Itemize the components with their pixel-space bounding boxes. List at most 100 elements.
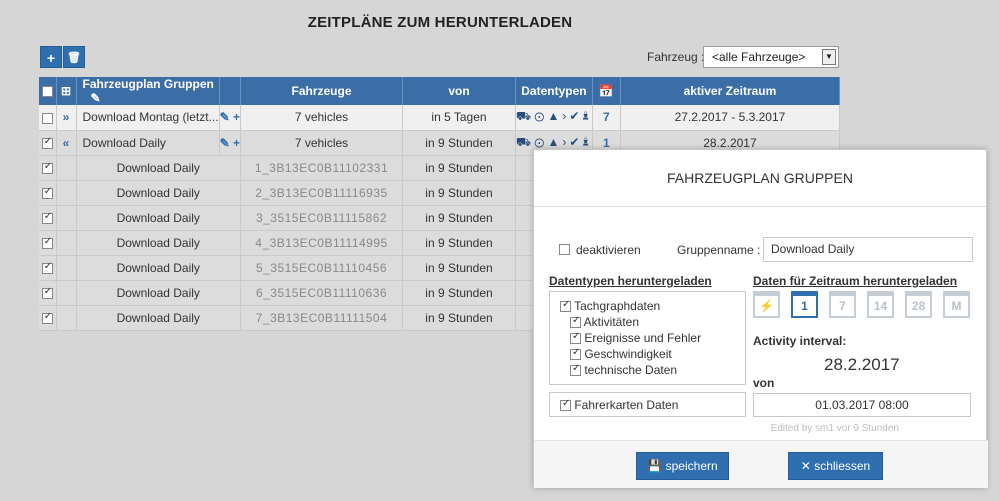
interval-label: Activity interval: [753, 334, 847, 348]
vehicle-count: 7 vehicles [240, 130, 403, 156]
interval-value: 28.2.2017 [824, 355, 900, 374]
child-name: Download Daily [76, 205, 241, 231]
child-name: Download Daily [76, 280, 241, 306]
group-edit-dialog: FAHRZEUGPLAN GRUPPEN deaktivieren Gruppe… [533, 149, 988, 488]
add-button[interactable]: + [40, 46, 62, 68]
edited-by-text: Edited by sm1 vor 9 Stunden [770, 423, 899, 434]
select-all-header[interactable] [39, 77, 57, 105]
group-name-label: Gruppenname : [677, 243, 761, 257]
child-vehicle: 3_3515EC0B11115862 [240, 205, 403, 231]
vehicle-filter-label: Fahrzeug : [647, 50, 705, 64]
from-datetime-input[interactable]: 01.03.2017 08:00 [753, 393, 971, 417]
period-calendar-group: ⚡ 1 7 14 28 M [753, 291, 973, 331]
calendar-flash-icon[interactable]: ⚡ [753, 291, 780, 318]
calendar-icon: 7 [592, 105, 621, 131]
group-name: Download Montag (letzt... [82, 110, 219, 125]
driver-cards-checkbox[interactable] [560, 398, 571, 412]
child-vehicle: 5_3515EC0B11110456 [240, 255, 403, 281]
row-checkbox[interactable] [41, 261, 53, 274]
row-checkbox[interactable] [41, 136, 53, 149]
child-name: Download Daily [76, 230, 241, 256]
child-vehicle: 7_3B13EC0B11111504 [240, 305, 403, 331]
floppy-icon: 💾 [647, 459, 663, 473]
datatypes-box: Tachgraphdaten Aktivitäten Ereignisse un… [549, 291, 746, 385]
select-all-checkbox[interactable] [41, 86, 53, 98]
expand-all-header[interactable]: ⊞ [56, 77, 77, 105]
save-button[interactable]: 💾 speichern [636, 452, 729, 480]
column-header-datatypes: Datentypen [515, 77, 593, 105]
edit-icon: ✎ [90, 91, 101, 105]
vehicle-filter-select[interactable]: <alle Fahrzeuge> ▼ [703, 46, 839, 68]
chevron-up-icon[interactable]: « [63, 136, 70, 150]
speed-label: Geschwindigkeit [584, 347, 672, 361]
child-name: Download Daily [76, 305, 241, 331]
column-header-add [219, 77, 242, 105]
activities-label: Aktivitäten [583, 315, 640, 329]
trash-icon: 🗑 [67, 52, 81, 64]
technical-checkbox[interactable] [570, 363, 581, 377]
calendar-14-days-button[interactable]: 14 [867, 291, 894, 318]
from-value: in 9 Stunden [402, 130, 516, 156]
child-name: Download Daily [76, 180, 241, 206]
calendar-header-icon: 📅 [592, 77, 621, 105]
calendar-month-button[interactable]: M [943, 291, 970, 318]
close-button[interactable]: ✕ schliessen [788, 452, 883, 480]
calendar-1-day-button[interactable]: 1 [791, 291, 818, 318]
row-checkbox[interactable] [41, 211, 53, 224]
table-row[interactable]: » Download Montag (letzt... ✎ + 7 vehicl… [39, 105, 841, 131]
page-title: ZEITPLÄNE ZUM HERUNTERLADEN [307, 14, 573, 31]
plus-icon: + [46, 50, 56, 66]
activities-checkbox[interactable] [570, 315, 581, 329]
group-name: Download Daily [82, 135, 166, 150]
from-value: in 9 Stunden [402, 305, 516, 331]
group-name-input[interactable]: Download Daily [763, 237, 973, 262]
plus-icon[interactable]: + [233, 136, 240, 150]
from-label: von [753, 376, 775, 390]
driver-cards-label: Fahrerkarten Daten [574, 398, 679, 412]
events-checkbox[interactable] [570, 331, 581, 345]
child-vehicle: 1_3B13EC0B11102331 [240, 155, 403, 181]
calendar-28-days-button[interactable]: 28 [905, 291, 932, 318]
child-vehicle: 4_3B13EC0B11114995 [240, 230, 403, 256]
from-value: in 5 Tagen [402, 105, 516, 131]
plus-icon[interactable]: + [233, 110, 240, 124]
tacho-checkbox[interactable] [560, 299, 571, 313]
tacho-label: Tachgraphdaten [574, 299, 661, 313]
dialog-footer: 💾 speichern ✕ schliessen [534, 440, 988, 488]
row-checkbox[interactable] [41, 112, 53, 124]
delete-button[interactable]: 🗑 [63, 46, 85, 68]
table-header-row: ⊞ Fahrzeugplan Gruppen ✎ Fahrzeuge von D… [39, 77, 841, 105]
vehicle-filter-value: <alle Fahrzeuge> [712, 50, 806, 64]
row-checkbox[interactable] [41, 311, 53, 324]
row-checkbox[interactable] [41, 286, 53, 299]
deactivate-checkbox[interactable] [559, 244, 570, 255]
chevron-down-icon[interactable]: » [63, 110, 70, 124]
column-header-active: aktiver Zeitraum [620, 77, 841, 105]
edit-icon[interactable]: ✎ [220, 110, 230, 124]
child-vehicle: 6_3515EC0B11110636 [240, 280, 403, 306]
row-checkbox[interactable] [41, 236, 53, 249]
period-heading: Daten für Zeitraum heruntergeladen [753, 274, 958, 288]
column-header-name: Fahrzeugplan Gruppen ✎ [76, 77, 220, 105]
speed-checkbox[interactable] [570, 347, 581, 361]
chevron-down-icon: ▼ [822, 49, 836, 65]
from-value: in 9 Stunden [402, 230, 516, 256]
dialog-title: FAHRZEUGPLAN GRUPPEN [534, 150, 986, 207]
calendar-7-days-button[interactable]: 7 [829, 291, 856, 318]
datatype-icons: ⛟⊙▲›✔♟ [515, 105, 593, 131]
row-checkbox[interactable] [41, 186, 53, 199]
row-checkbox[interactable] [41, 161, 53, 174]
active-period: 27.2.2017 - 5.3.2017 [620, 105, 841, 131]
column-header-from: von [402, 77, 516, 105]
child-name: Download Daily [76, 255, 241, 281]
from-value: in 9 Stunden [402, 155, 516, 181]
events-label: Ereignisse und Fehler [584, 331, 702, 345]
column-header-vehicles: Fahrzeuge [240, 77, 403, 105]
deactivate-label: deaktivieren [576, 243, 641, 257]
from-value: in 9 Stunden [402, 205, 516, 231]
child-vehicle: 2_3B13EC0B11116935 [240, 180, 403, 206]
edit-icon[interactable]: ✎ [220, 136, 230, 150]
close-icon: ✕ [800, 459, 811, 473]
from-value: in 9 Stunden [402, 180, 516, 206]
technical-label: technische Daten [584, 363, 678, 377]
